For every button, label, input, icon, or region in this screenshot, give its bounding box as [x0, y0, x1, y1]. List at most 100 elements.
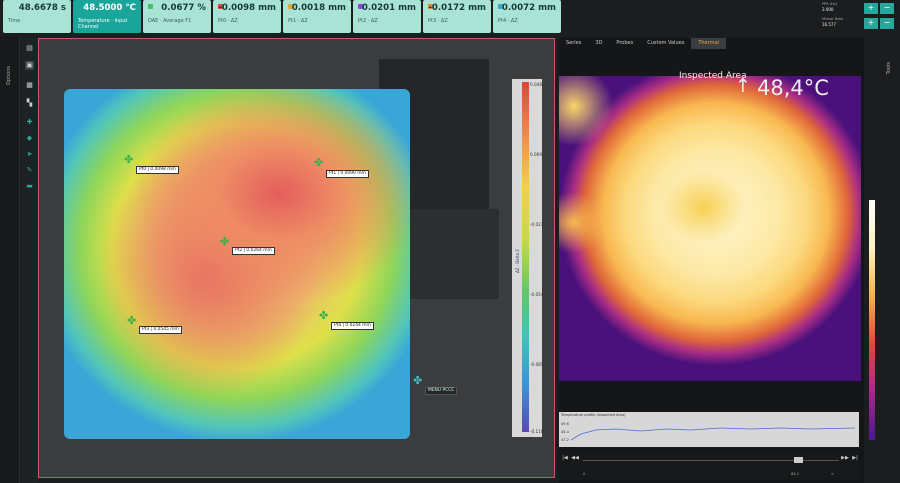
rate-value: 16.577: [822, 22, 836, 27]
tile-value: 0.0018 mm: [291, 3, 346, 13]
probe-label: Pt1 | 0.0090 mm: [326, 170, 369, 178]
fps-value: 3.000: [822, 7, 834, 12]
forward-button[interactable]: ▶▶: [841, 455, 849, 461]
tab-probes[interactable]: Probes: [609, 38, 640, 49]
probe-icon[interactable]: ✤: [319, 310, 328, 321]
tab-3d[interactable]: 3D: [588, 38, 609, 49]
tile-value: 0.0677 %: [161, 3, 206, 13]
graph-plot: [571, 427, 855, 441]
first-frame-button[interactable]: |◀: [561, 455, 569, 461]
colorbar-tick: -0.085: [530, 362, 544, 367]
thermal-temperature: 48,4°C: [757, 76, 829, 100]
probe-label: Pt2 | 0.0264 mm: [232, 247, 275, 255]
tile-value: 0.0072 mm: [501, 3, 556, 13]
tile-label: Pt2 · ΔZ: [358, 18, 378, 24]
document-icon[interactable]: ▤: [25, 44, 34, 53]
header-tile[interactable]: 48.5000 °C Temperature · Input Channel: [73, 0, 141, 33]
tab-thermal[interactable]: Thermal: [691, 38, 726, 49]
layers-icon[interactable]: ▦: [25, 81, 34, 90]
timeline-tick: 84.2: [791, 472, 800, 476]
tools-label[interactable]: Tools: [886, 62, 892, 74]
header-tile[interactable]: 0.0201 mm Pt2 · ΔZ: [353, 0, 421, 33]
probe-label: Pt3 | 0.0545 mm: [139, 326, 182, 334]
tile-value: 0.0201 mm: [361, 3, 416, 13]
probe-label: Pt0 | 0.0098 mm: [136, 166, 179, 174]
graph-y-tick: 49.6: [561, 422, 569, 426]
right-pane: Series 3D Probes Custom Values Thermal I…: [559, 38, 864, 483]
header-tile[interactable]: 0.0018 mm Pt1 · ΔZ: [283, 0, 351, 33]
rate-plus-button[interactable]: +: [864, 18, 878, 29]
header-tile[interactable]: 0.0072 mm Pt4 · ΔZ: [493, 0, 561, 33]
graph-line: [571, 427, 855, 441]
deformation-map[interactable]: [64, 89, 410, 439]
view-tabs: Series 3D Probes Custom Values Thermal: [559, 38, 726, 49]
probe-icon[interactable]: ✤: [124, 154, 133, 165]
last-frame-button[interactable]: ▶|: [851, 455, 859, 461]
view-toolbar: ▤ ▣ ▦ ▚ ✚ ◆ ➤ ✎ ▬: [21, 38, 38, 483]
timeline-tick: 0: [583, 472, 586, 476]
tag-icon[interactable]: ◆: [25, 134, 34, 143]
series-color-swatch: [148, 4, 153, 9]
tile-value: -0.0098 mm: [218, 3, 276, 13]
tile-label: Pt4 · ΔZ: [498, 18, 518, 24]
header-tile[interactable]: -0.0172 mm Pt3 · ΔZ: [423, 0, 491, 33]
image-icon[interactable]: ▣: [25, 61, 34, 70]
colorbar-title: ΔZ · Delta Z: [515, 249, 520, 273]
grid-icon[interactable]: ▚: [25, 99, 34, 108]
tile-value: 48.5000 °C: [83, 3, 136, 13]
header-tiles: 48.6678 s Time 48.5000 °C Temperature · Inp…: [3, 0, 561, 34]
graph-title: Temperature profile (Inspected Area): [561, 413, 626, 417]
colorbar-tick: 0.048: [530, 82, 542, 87]
arrow-up-icon: ↑: [735, 75, 751, 97]
probe-icon[interactable]: ✤: [413, 375, 422, 386]
timeline-bar: |◀ ◀◀ ▶▶ ▶| 0 84.2 ∞: [559, 452, 859, 480]
pointer-icon[interactable]: ➤: [25, 150, 34, 159]
thermal-image[interactable]: [559, 76, 861, 381]
tile-label: DAE · Average F1: [148, 18, 192, 24]
graph-y-tick: 48.4: [561, 430, 569, 434]
colorbar-tick: -0.023: [530, 222, 544, 227]
tools-sidebar[interactable]: Tools: [878, 38, 900, 483]
timeline-tick: ∞: [831, 472, 834, 476]
tile-label: Pt1 · ΔZ: [288, 18, 308, 24]
tile-label: Pt0 · ΔZ: [218, 18, 238, 24]
tile-value: -0.0172 mm: [428, 3, 486, 13]
header-tile[interactable]: 48.6678 s Time: [3, 0, 71, 33]
tile-label: Time: [8, 18, 21, 24]
probe-label: Pt4 | 0.0244 mm: [331, 322, 374, 330]
rate-label: Mvisor Rate: [822, 17, 844, 21]
colorbar-gradient: [522, 82, 529, 432]
rewind-button[interactable]: ◀◀: [571, 455, 579, 461]
probe-icon[interactable]: ✤: [314, 157, 323, 168]
extra-label: MENU PCCE: [425, 387, 458, 395]
tile-label: Temperature · Input Channel: [78, 18, 128, 30]
colorbar-tick: -0.054: [530, 292, 544, 297]
timeline-slider[interactable]: [794, 457, 803, 463]
header-tile[interactable]: -0.0098 mm Pt0 · ΔZ: [213, 0, 281, 33]
colorbar: ΔZ · Delta Z 0.048 0.009 -0.023 -0.054 -…: [512, 79, 544, 437]
pin-icon[interactable]: ✚: [25, 118, 34, 127]
graph-y-tick: 47.2: [561, 438, 569, 442]
pen-icon[interactable]: ✎: [25, 166, 34, 175]
tab-series[interactable]: Series: [559, 38, 588, 49]
colorbar-tick: 0.009: [530, 152, 542, 157]
tile-label: Pt3 · ΔZ: [428, 18, 448, 24]
fps-minus-button[interactable]: −: [880, 3, 894, 14]
thermal-colorbar: [869, 200, 875, 440]
ruler-icon[interactable]: ▬: [25, 182, 34, 191]
header-tile[interactable]: 0.0677 % DAE · Average F1: [143, 0, 211, 33]
top-right-panel: FPS (Hz) 3.000 Mvisor Rate 16.577 + − + …: [820, 2, 896, 32]
rate-minus-button[interactable]: −: [880, 18, 894, 29]
tile-value: 48.6678 s: [18, 3, 66, 13]
colorbar-tick: -0.116: [530, 429, 544, 434]
options-sidebar[interactable]: Options: [0, 36, 20, 483]
tab-custom-values[interactable]: Custom Values: [640, 38, 691, 49]
probe-icon[interactable]: ✤: [220, 236, 229, 247]
options-label[interactable]: Options: [6, 66, 12, 85]
dic-image-view[interactable]: ✤ Pt0 | 0.0098 mm ✤ Pt1 | 0.0090 mm ✤ Pt…: [38, 38, 555, 478]
printer-part: [399, 209, 499, 299]
temperature-graph[interactable]: Temperature profile (Inspected Area) 49.…: [559, 412, 859, 447]
fps-plus-button[interactable]: +: [864, 3, 878, 14]
probe-icon[interactable]: ✤: [127, 315, 136, 326]
fps-label: FPS (Hz): [822, 2, 838, 6]
